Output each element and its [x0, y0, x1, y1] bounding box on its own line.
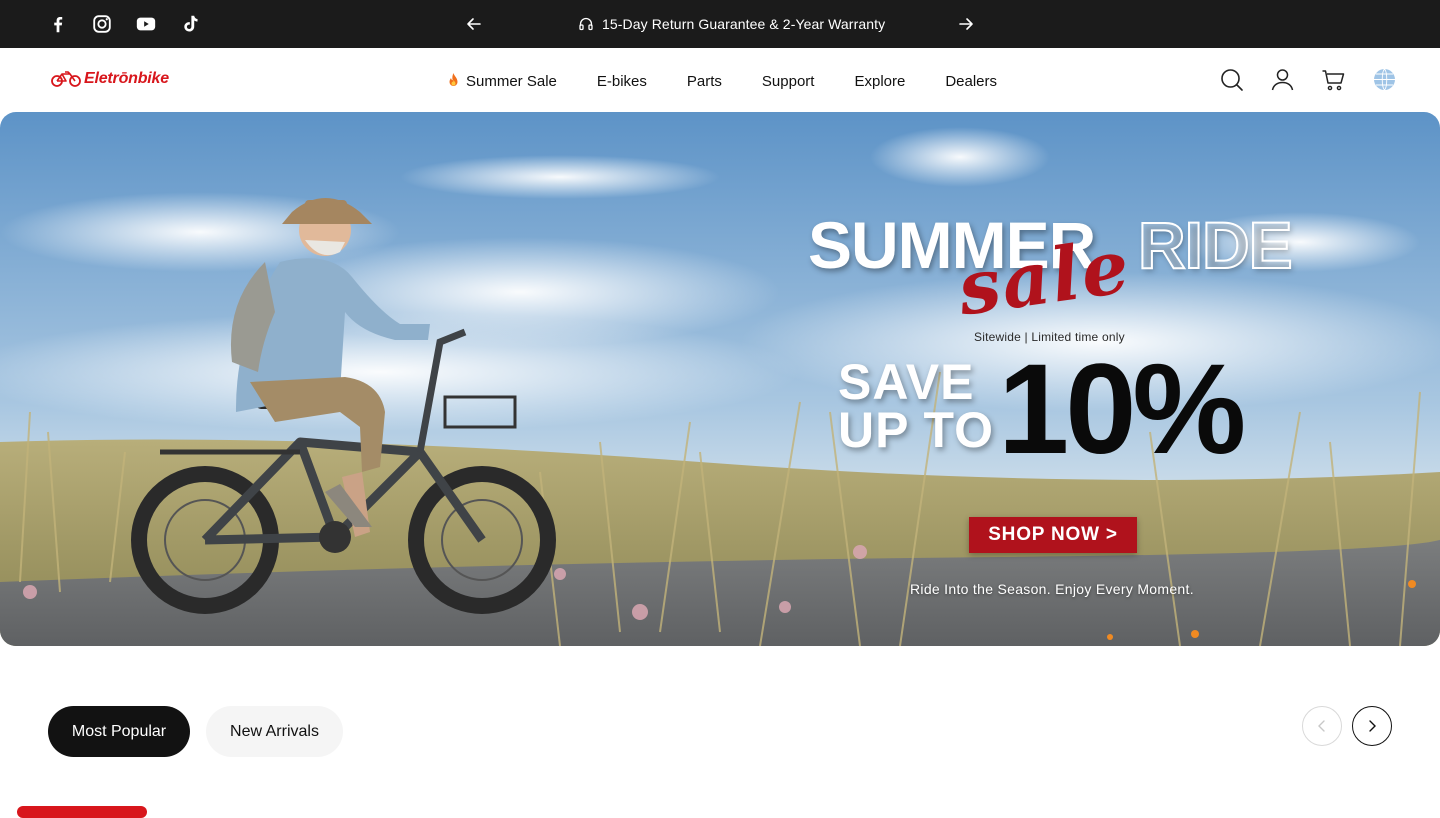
chevron-right-icon — [1369, 720, 1376, 732]
carousel-prev-button[interactable] — [1302, 706, 1342, 746]
hero-banner[interactable]: SUMMER RIDE sale Sitewide | Limited time… — [0, 112, 1440, 646]
save-up-to-text: SAVE UP TO — [838, 354, 994, 458]
nav-item-parts[interactable]: Parts — [687, 73, 722, 90]
site-header: Eletrōnbike Summer Sale E-bikes Parts Su… — [0, 48, 1440, 112]
nav-item-explore[interactable]: Explore — [854, 73, 905, 90]
search-icon[interactable] — [1219, 67, 1244, 92]
save-line-2: UP TO — [838, 402, 994, 458]
announcement-bar: 15-Day Return Guarantee & 2-Year Warrant… — [0, 0, 1440, 48]
main-nav: Summer Sale E-bikes Parts Support Explor… — [445, 72, 997, 90]
bike-logo-icon — [51, 71, 81, 87]
tab-new-arrivals[interactable]: New Arrivals — [206, 706, 343, 757]
account-icon[interactable] — [1270, 67, 1295, 92]
header-actions — [1219, 67, 1397, 92]
arrow-right-icon[interactable] — [956, 14, 976, 34]
discount-percent: 10% — [998, 338, 1246, 481]
instagram-icon[interactable] — [91, 13, 113, 35]
headline-ride: RIDE — [1137, 208, 1294, 282]
announcement-text: 15-Day Return Guarantee & 2-Year Warrant… — [602, 16, 886, 32]
globe-icon[interactable] — [1372, 67, 1397, 92]
arrow-left-icon[interactable] — [464, 14, 484, 34]
facebook-icon[interactable] — [47, 13, 69, 35]
cart-icon[interactable] — [1321, 67, 1346, 92]
brand-name: Eletrōnbike — [84, 70, 169, 87]
nav-item-e-bikes[interactable]: E-bikes — [597, 73, 647, 90]
chevron-left-icon — [1318, 720, 1325, 732]
announcement-message: 15-Day Return Guarantee & 2-Year Warrant… — [578, 15, 885, 33]
brand-logo[interactable]: Eletrōnbike — [51, 70, 169, 88]
hero-tagline: Ride Into the Season. Enjoy Every Moment… — [910, 581, 1194, 597]
shop-now-button[interactable]: SHOP NOW > — [969, 517, 1137, 553]
tab-most-popular[interactable]: Most Popular — [48, 706, 190, 757]
product-badge — [17, 806, 147, 818]
tiktok-icon[interactable] — [179, 13, 201, 35]
nav-item-support[interactable]: Support — [762, 73, 815, 90]
nav-label: Summer Sale — [466, 72, 557, 90]
product-tabs: Most Popular New Arrivals — [48, 706, 343, 757]
youtube-icon[interactable] — [135, 13, 157, 35]
social-links — [47, 13, 201, 35]
nav-item-dealers[interactable]: Dealers — [945, 73, 997, 90]
save-line-1: SAVE — [838, 354, 975, 410]
carousel-next-button[interactable] — [1352, 706, 1392, 746]
fire-icon — [449, 73, 458, 86]
sale-headline: SUMMER RIDE sale Sitewide | Limited time… — [808, 208, 1308, 532]
nav-item-summer-sale[interactable]: Summer Sale — [445, 72, 557, 90]
headset-icon — [579, 17, 593, 31]
